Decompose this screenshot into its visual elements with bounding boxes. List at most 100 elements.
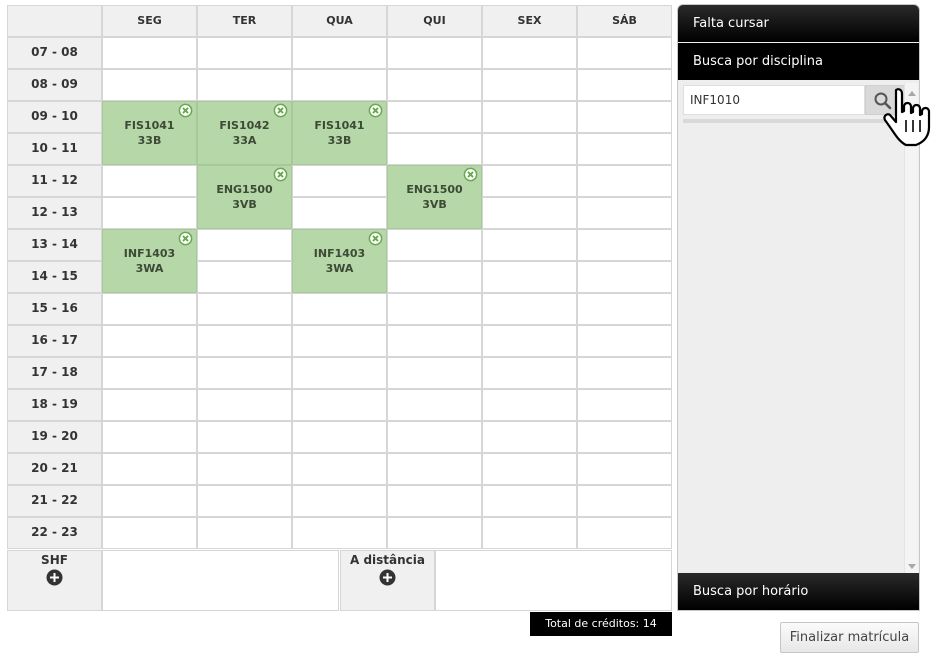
course-block[interactable]: FIS1041 33B [102,101,197,165]
schedule-slot[interactable] [577,485,672,517]
schedule-slot[interactable] [102,357,197,389]
schedule-slot[interactable] [292,293,387,325]
schedule-slot[interactable] [577,357,672,389]
schedule-slot[interactable] [482,389,577,421]
course-block[interactable]: FIS1041 33B [292,101,387,165]
schedule-slot[interactable] [292,485,387,517]
schedule-slot[interactable] [577,421,672,453]
schedule-slot[interactable] [292,453,387,485]
schedule-slot[interactable] [292,37,387,69]
schedule-slot[interactable] [102,389,197,421]
schedule-slot[interactable] [482,421,577,453]
schedule-slot[interactable] [577,69,672,101]
schedule-slot[interactable] [292,69,387,101]
schedule-slot[interactable] [387,261,482,293]
schedule-slot[interactable] [482,197,577,229]
schedule-slot[interactable] [102,325,197,357]
add-shf-icon[interactable] [46,569,63,586]
schedule-slot[interactable] [292,165,387,197]
schedule-slot[interactable] [482,453,577,485]
schedule-slot[interactable] [482,517,577,549]
schedule-slot[interactable] [102,37,197,69]
schedule-slot[interactable] [387,325,482,357]
remove-circle-icon[interactable] [178,231,193,246]
schedule-slot[interactable] [577,229,672,261]
schedule-slot[interactable] [197,261,292,293]
remove-circle-icon[interactable] [273,103,288,118]
schedule-slot[interactable] [197,325,292,357]
schedule-slot[interactable] [482,69,577,101]
schedule-slot[interactable] [197,37,292,69]
schedule-slot[interactable] [292,517,387,549]
schedule-slot[interactable] [482,101,577,133]
schedule-slot[interactable] [102,165,197,197]
schedule-slot[interactable] [482,261,577,293]
schedule-slot[interactable] [197,485,292,517]
scroll-down-icon[interactable] [908,564,916,569]
schedule-slot[interactable] [577,165,672,197]
schedule-slot[interactable] [292,325,387,357]
schedule-slot[interactable] [387,37,482,69]
schedule-slot[interactable] [197,421,292,453]
schedule-slot[interactable] [292,421,387,453]
busca-disciplina-header[interactable]: Busca por disciplina [678,43,919,80]
results-scrollbar[interactable] [904,83,918,573]
finalize-button[interactable]: Finalizar matrícula [780,622,919,653]
schedule-slot[interactable] [102,69,197,101]
remove-circle-icon[interactable] [178,103,193,118]
course-block[interactable]: INF1403 3WA [292,229,387,293]
schedule-slot[interactable] [387,389,482,421]
schedule-slot[interactable] [577,389,672,421]
schedule-slot[interactable] [292,357,387,389]
schedule-slot[interactable] [197,357,292,389]
schedule-slot[interactable] [102,485,197,517]
schedule-slot[interactable] [387,453,482,485]
schedule-slot[interactable] [387,229,482,261]
schedule-slot[interactable] [102,453,197,485]
search-input[interactable] [683,85,865,115]
schedule-slot[interactable] [197,69,292,101]
schedule-slot[interactable] [387,485,482,517]
schedule-slot[interactable] [387,133,482,165]
course-block[interactable]: INF1403 3WA [102,229,197,293]
course-block[interactable]: ENG1500 3VB [197,165,292,229]
schedule-slot[interactable] [102,517,197,549]
course-block[interactable]: FIS1042 33A [197,101,292,165]
schedule-slot[interactable] [102,421,197,453]
schedule-slot[interactable] [482,133,577,165]
schedule-slot[interactable] [482,325,577,357]
schedule-slot[interactable] [577,197,672,229]
schedule-slot[interactable] [197,453,292,485]
remove-circle-icon[interactable] [368,103,383,118]
schedule-slot[interactable] [387,293,482,325]
schedule-slot[interactable] [577,293,672,325]
course-block[interactable]: ENG1500 3VB [387,165,482,229]
schedule-slot[interactable] [387,69,482,101]
schedule-slot[interactable] [577,101,672,133]
schedule-slot[interactable] [387,421,482,453]
schedule-slot[interactable] [387,357,482,389]
schedule-slot[interactable] [482,485,577,517]
schedule-slot[interactable] [387,101,482,133]
schedule-slot[interactable] [482,37,577,69]
schedule-slot[interactable] [292,197,387,229]
schedule-slot[interactable] [292,389,387,421]
schedule-slot[interactable] [197,517,292,549]
schedule-slot[interactable] [577,261,672,293]
schedule-slot[interactable] [482,165,577,197]
schedule-slot[interactable] [577,37,672,69]
schedule-slot[interactable] [577,133,672,165]
schedule-slot[interactable] [482,293,577,325]
schedule-slot[interactable] [482,357,577,389]
schedule-slot[interactable] [577,325,672,357]
falta-cursar-header[interactable]: Falta cursar [678,5,919,42]
remove-circle-icon[interactable] [463,167,478,182]
schedule-slot[interactable] [197,293,292,325]
remove-circle-icon[interactable] [273,167,288,182]
busca-horario-header[interactable]: Busca por horário [678,573,919,610]
add-distance-icon[interactable] [379,569,396,586]
schedule-slot[interactable] [577,517,672,549]
schedule-slot[interactable] [577,453,672,485]
schedule-slot[interactable] [197,389,292,421]
schedule-slot[interactable] [387,517,482,549]
